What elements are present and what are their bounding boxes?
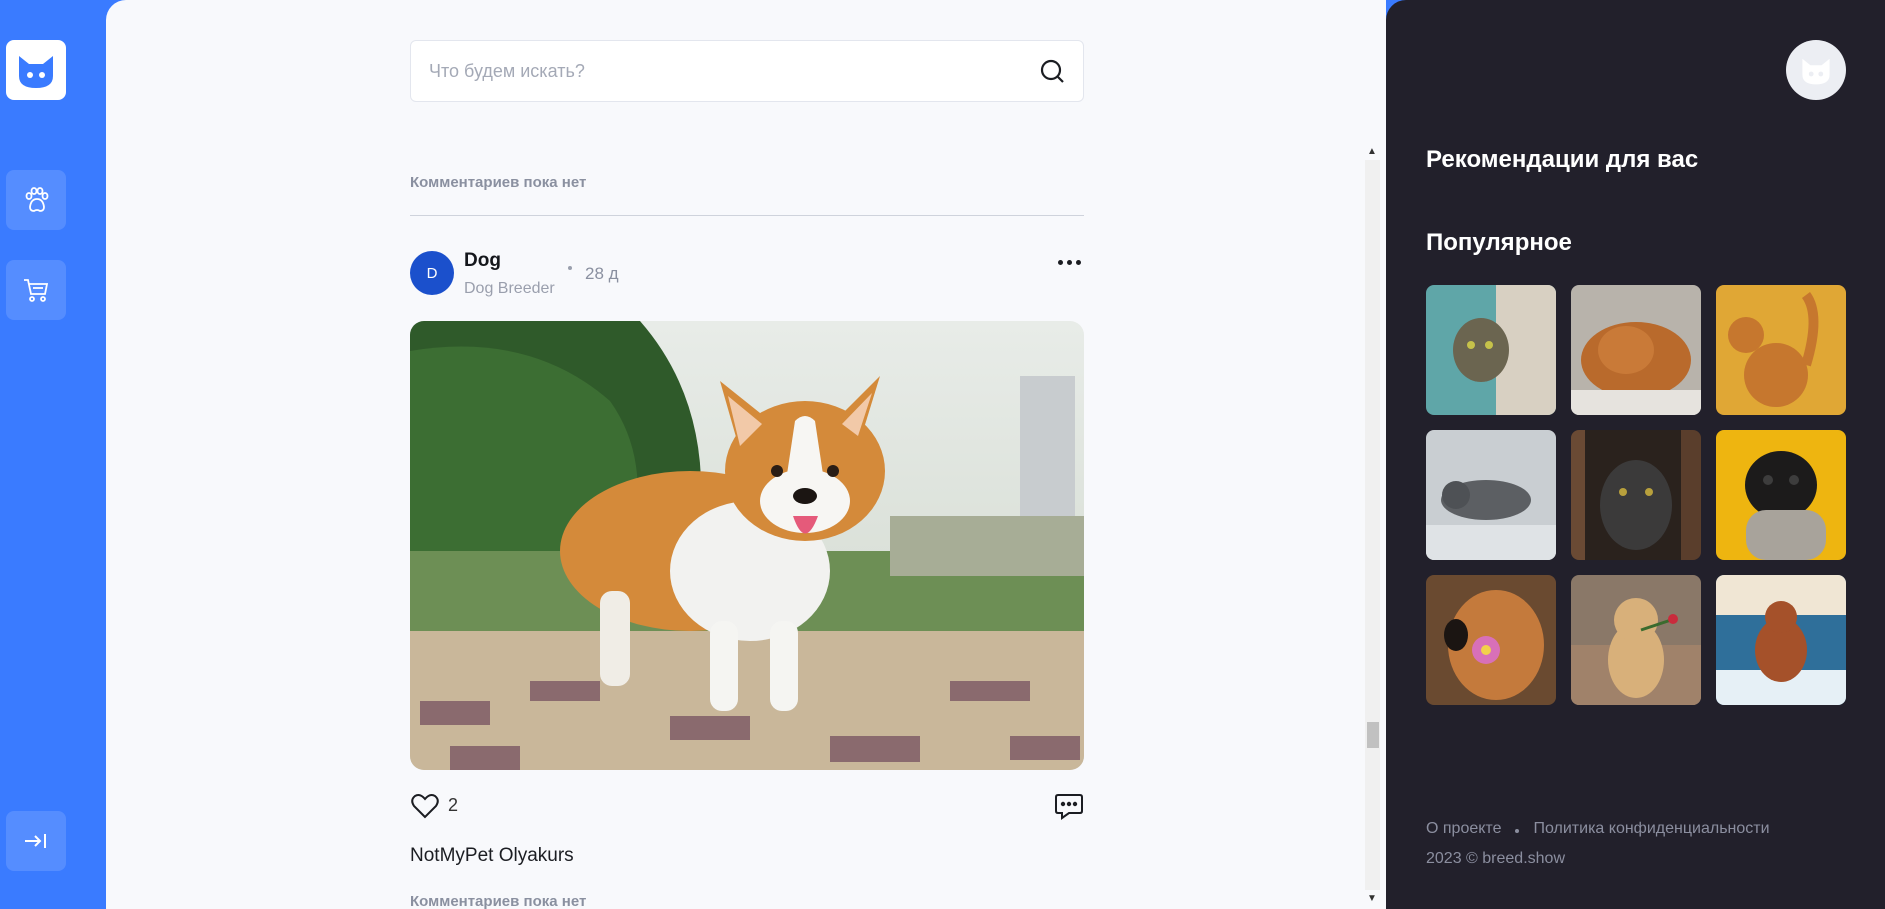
post-divider — [410, 215, 1084, 216]
cat-logo-icon — [19, 56, 53, 88]
popular-thumb-grey-cat[interactable] — [1426, 430, 1556, 560]
logout-button[interactable] — [6, 811, 66, 871]
recommendations-sidebar: Рекомендации для вас Популярное О проект… — [1386, 0, 1885, 909]
post-menu-button[interactable] — [1054, 252, 1084, 272]
like-button[interactable] — [410, 791, 440, 821]
search-icon[interactable] — [1039, 58, 1065, 84]
recommendations-title: Рекомендации для вас — [1426, 146, 1699, 173]
footer-links: О проекте Политика конфиденциальности — [1426, 820, 1770, 838]
feed-panel: Комментариев пока нет D Dog Dog Breeder … — [106, 0, 1386, 909]
author-avatar[interactable]: D — [410, 251, 454, 295]
more-dots-icon — [1057, 259, 1063, 265]
post-image[interactable] — [410, 321, 1084, 770]
post-time: 28 д — [585, 264, 619, 283]
popular-thumb-ginger-cat[interactable] — [1716, 285, 1846, 415]
cart-icon — [24, 279, 49, 302]
footer-dot — [1515, 829, 1520, 833]
scroll-down-icon[interactable]: ▼ — [1367, 893, 1377, 904]
popular-thumb-beach-dog[interactable] — [1716, 575, 1846, 705]
logo-button[interactable] — [6, 40, 66, 100]
post-caption: NotMyPet Olyakurs — [410, 845, 574, 866]
author-name[interactable]: Dog — [464, 250, 501, 272]
comment-button[interactable] — [1054, 791, 1084, 821]
search-bar — [410, 40, 1084, 102]
separator-dot — [568, 266, 572, 270]
user-cat-icon — [1802, 58, 1830, 85]
nav-rail — [0, 0, 106, 909]
popular-grid — [1426, 285, 1846, 705]
scroll-up-icon[interactable]: ▲ — [1367, 146, 1377, 157]
privacy-link[interactable]: Политика конфиденциальности — [1533, 820, 1769, 838]
profile-button[interactable] — [1786, 40, 1846, 100]
like-count: 2 — [448, 795, 459, 815]
comment-icon — [1055, 794, 1083, 820]
logout-icon — [25, 834, 46, 848]
author-role: Dog Breeder — [464, 280, 555, 297]
popular-thumb-sleeping-orange-cat[interactable] — [1571, 285, 1701, 415]
scrollbar-track[interactable] — [1365, 160, 1380, 890]
popular-thumb-tabby-cat[interactable] — [1426, 285, 1556, 415]
popular-thumb-puppy-rose[interactable] — [1571, 575, 1701, 705]
popular-thumb-black-cat[interactable] — [1571, 430, 1701, 560]
no-comments-label: Комментариев пока нет — [410, 893, 587, 909]
paw-icon — [25, 187, 49, 212]
search-input[interactable] — [429, 60, 1039, 82]
no-comments-label: Комментариев пока нет — [410, 174, 587, 191]
about-link[interactable]: О проекте — [1426, 820, 1501, 838]
heart-icon — [411, 794, 439, 819]
breeds-nav-button[interactable] — [6, 170, 66, 230]
popular-thumb-pug[interactable] — [1716, 430, 1846, 560]
copyright: 2023 © breed.show — [1426, 850, 1565, 867]
shop-nav-button[interactable] — [6, 260, 66, 320]
scrollbar-thumb[interactable] — [1367, 722, 1379, 748]
popular-title: Популярное — [1426, 229, 1572, 256]
popular-thumb-golden-retriever[interactable] — [1426, 575, 1556, 705]
